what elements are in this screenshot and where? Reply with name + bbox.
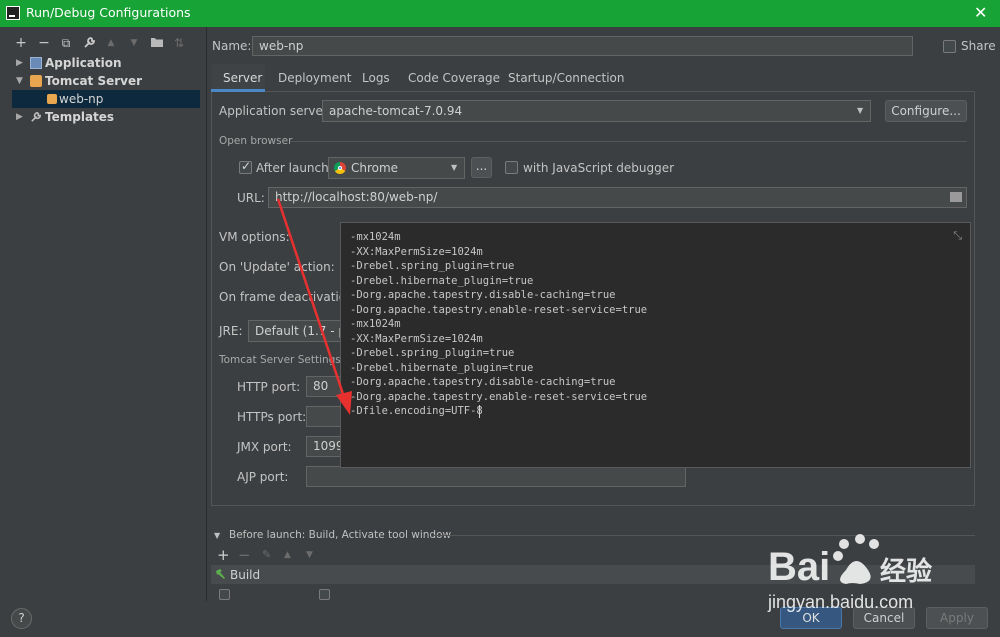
tab-logs[interactable]: Logs — [362, 71, 390, 91]
tree-item-tomcat-server[interactable]: ▼ Tomcat Server — [12, 72, 200, 90]
tree-item-web-np[interactable]: web-np — [12, 90, 200, 108]
vm-option-line: -Drebel.hibernate_plugin=true — [350, 361, 534, 374]
move-down-icon[interactable]: ▼ — [127, 36, 141, 50]
collapse-icon[interactable]: ⤡ — [953, 229, 962, 243]
open-browser-label: Open browser — [219, 135, 293, 147]
title-bar: Run/Debug Configurations ✕ — [0, 0, 1000, 27]
wrench-icon[interactable] — [82, 36, 96, 50]
sort-icon[interactable]: ⇅ — [172, 36, 186, 50]
tomcat-icon — [30, 75, 42, 87]
tab-startup-connection[interactable]: Startup/Connection — [508, 71, 624, 91]
tree-item-application[interactable]: ▶ Application — [12, 54, 200, 72]
vm-option-line: -Dfile.encoding=UTF-8 — [350, 405, 483, 417]
collapse-arrow-icon[interactable]: ▼ — [214, 531, 220, 540]
ajp-port-label: AJP port: — [237, 470, 289, 484]
share-label: Share — [961, 39, 996, 53]
edit-icon[interactable]: ✎ — [262, 548, 271, 561]
js-debugger-checkbox[interactable] — [505, 161, 518, 174]
browser-select[interactable]: Chrome — [328, 157, 465, 179]
url-label: URL: — [237, 191, 265, 205]
tomcat-icon — [47, 94, 57, 104]
intellij-app-icon — [6, 6, 20, 20]
svg-text:经验: 经验 — [880, 556, 932, 586]
add-icon[interactable]: + — [14, 36, 28, 50]
tree-label: Templates — [45, 110, 115, 124]
configuration-tree-panel: + − ⧉ ▲ ▼ ⇅ ▶ Application ▼ Tomcat Serve… — [0, 27, 207, 601]
wrench-icon — [30, 111, 42, 123]
close-icon[interactable]: ✕ — [974, 3, 987, 22]
after-launch-label: After launch — [256, 161, 329, 175]
vm-options-editor-popup[interactable]: ⤡ -mx1024m -XX:MaxPermSize=1024m -Drebel… — [340, 222, 971, 468]
jre-label: JRE: — [219, 324, 243, 338]
vm-option-line: -Dorg.apache.tapestry.enable-reset-servi… — [350, 303, 648, 316]
vm-option-line: -Dorg.apache.tapestry.disable-caching=tr… — [350, 289, 616, 301]
show-page-checkbox[interactable] — [219, 589, 230, 600]
activate-tool-window-checkbox[interactable] — [319, 589, 330, 600]
vm-option-line: -Drebel.spring_plugin=true — [350, 260, 515, 272]
vm-option-line: -XX:MaxPermSize=1024m — [350, 245, 483, 258]
vm-option-line: -Dorg.apache.tapestry.enable-reset-servi… — [350, 390, 648, 403]
jmx-port-field[interactable]: 1099 — [306, 436, 342, 457]
help-icon[interactable]: ? — [11, 608, 32, 629]
tab-deployment[interactable]: Deployment — [278, 71, 351, 91]
remove-icon[interactable]: − — [37, 36, 51, 50]
copy-icon[interactable]: ⧉ — [59, 36, 73, 50]
app-server-select[interactable]: apache-tomcat-7.0.94 — [322, 100, 871, 122]
js-debugger-label: with JavaScript debugger — [523, 161, 675, 175]
text-cursor — [479, 405, 480, 418]
collapse-arrow-icon[interactable]: ▼ — [16, 72, 23, 90]
configure-button[interactable]: Configure... — [885, 100, 967, 122]
move-up-icon[interactable]: ▲ — [284, 550, 291, 560]
after-launch-checkbox[interactable] — [239, 159, 252, 174]
name-label: Name: — [212, 39, 252, 53]
move-up-icon[interactable]: ▲ — [104, 36, 118, 50]
application-icon — [30, 57, 42, 69]
tree-item-templates[interactable]: ▶ Templates — [12, 108, 200, 126]
expand-arrow-icon[interactable]: ▶ — [16, 108, 23, 126]
app-server-label: Application server: — [219, 104, 332, 118]
ajp-port-field[interactable] — [306, 466, 686, 487]
tab-code-coverage[interactable]: Code Coverage — [408, 71, 500, 91]
tree-label: web-np — [59, 92, 104, 106]
tree-label: Tomcat Server — [45, 74, 143, 88]
folder-icon[interactable] — [150, 36, 164, 50]
vm-option-line: -XX:MaxPermSize=1024m — [350, 332, 483, 345]
folder-icon[interactable] — [950, 192, 962, 202]
name-field[interactable]: web-np — [252, 36, 913, 56]
chrome-icon-center — [338, 166, 342, 170]
tree-label: Application — [45, 56, 122, 70]
apply-button[interactable]: Apply — [926, 607, 988, 629]
chevron-down-icon[interactable]: ▼ — [857, 106, 863, 115]
hammer-icon — [214, 568, 226, 580]
svg-text:Bai: Bai — [768, 545, 830, 589]
before-launch-title: Before launch: Build, Activate tool wind… — [229, 529, 452, 541]
move-down-icon[interactable]: ▼ — [306, 550, 313, 560]
watermark-text: jingyan.baidu.com — [768, 592, 914, 612]
vm-option-line: -Drebel.spring_plugin=true — [350, 347, 515, 359]
jmx-port-label: JMX port: — [237, 440, 292, 454]
remove-icon[interactable]: − — [238, 546, 251, 564]
baidu-watermark-logo: Bai 经验 — [768, 530, 993, 590]
vm-option-line: -Drebel.hibernate_plugin=true — [350, 274, 534, 287]
build-list-item[interactable]: Build — [230, 568, 260, 582]
share-checkbox[interactable] — [943, 40, 956, 53]
add-icon[interactable]: + — [217, 546, 230, 564]
vm-option-line: -Dorg.apache.tapestry.disable-caching=tr… — [350, 376, 616, 388]
tab-server[interactable]: Server — [223, 71, 262, 91]
expand-arrow-icon[interactable]: ▶ — [16, 54, 23, 72]
chevron-down-icon[interactable]: ▼ — [451, 163, 457, 172]
url-field[interactable]: http://localhost:80/web-np/ — [268, 187, 967, 208]
browse-browser-button[interactable]: ... — [471, 157, 492, 178]
annotation-arrow — [276, 198, 352, 415]
separator — [290, 141, 967, 142]
window-title: Run/Debug Configurations — [26, 5, 191, 20]
